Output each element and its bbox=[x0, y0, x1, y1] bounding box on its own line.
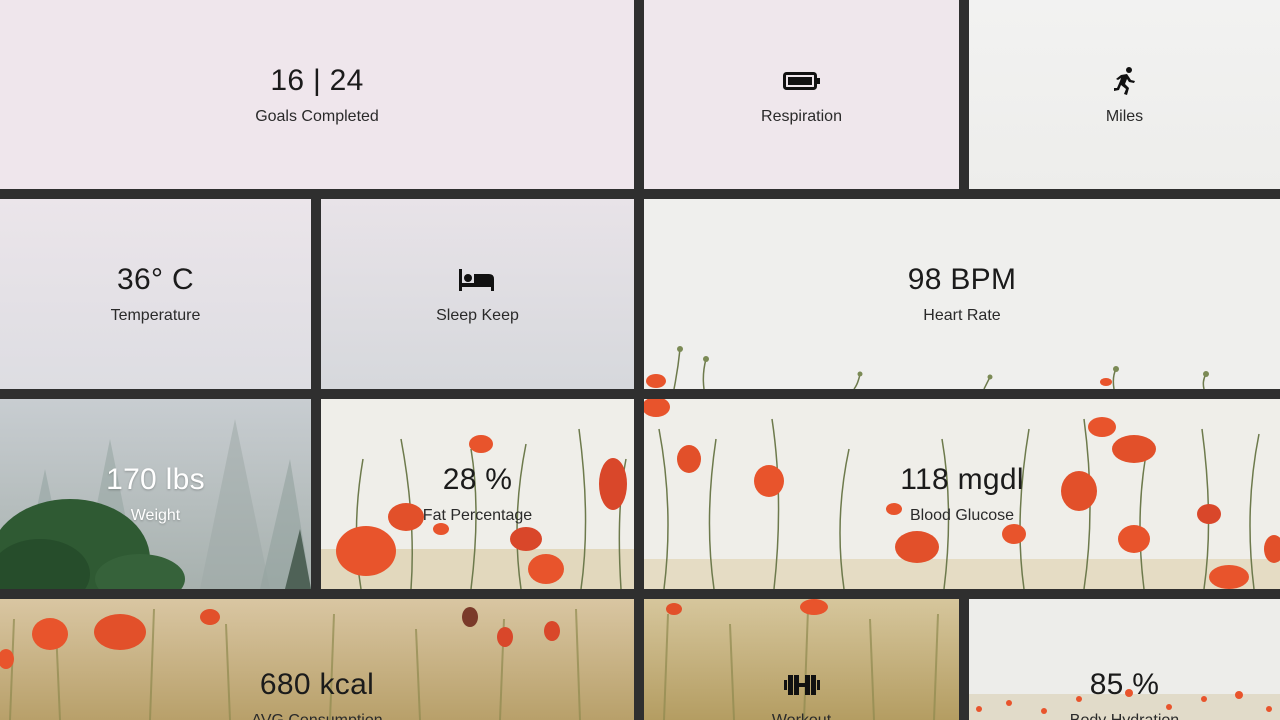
goals-completed-value: 16 | 24 bbox=[270, 63, 364, 97]
sleep-keep-tile[interactable]: Sleep Keep bbox=[321, 199, 634, 389]
heart-rate-value: 98 BPM bbox=[907, 263, 1017, 296]
avg-consumption-label: AVG Consumption bbox=[251, 711, 382, 720]
dumbbell-icon bbox=[783, 667, 821, 703]
respiration-tile[interactable]: Respiration bbox=[644, 0, 959, 189]
weight-label: Weight bbox=[130, 507, 181, 524]
blood-glucose-tile[interactable]: 118 mgdl Blood Glucose bbox=[644, 399, 1280, 589]
body-hydration-value: 85 % bbox=[1089, 668, 1160, 701]
avg-consumption-tile[interactable]: 680 kcal AVG Consumption bbox=[0, 599, 634, 720]
running-icon bbox=[1112, 63, 1138, 99]
body-hydration-label: Body Hydration bbox=[1070, 711, 1179, 720]
goals-completed-label: Goals Completed bbox=[255, 107, 379, 125]
goals-completed-tile[interactable]: 16 | 24 Goals Completed bbox=[0, 0, 634, 189]
miles-tile[interactable]: Miles bbox=[969, 0, 1280, 189]
sleep-keep-label: Sleep Keep bbox=[436, 307, 519, 324]
temperature-value: 36° C bbox=[117, 263, 194, 296]
avg-consumption-value: 680 kcal bbox=[259, 668, 375, 701]
temperature-label: Temperature bbox=[110, 307, 201, 324]
battery-icon bbox=[782, 63, 821, 99]
fat-percentage-tile[interactable]: 28 % Fat Percentage bbox=[321, 399, 634, 589]
miles-label: Miles bbox=[1105, 107, 1144, 125]
weight-value: 170 lbs bbox=[106, 463, 205, 496]
workout-label: Workout bbox=[772, 711, 831, 720]
fat-percentage-label: Fat Percentage bbox=[422, 507, 533, 524]
body-hydration-tile[interactable]: 85 % Body Hydration bbox=[969, 599, 1280, 720]
blood-glucose-value: 118 mgdl bbox=[900, 463, 1024, 496]
temperature-tile[interactable]: 36° C Temperature bbox=[0, 199, 311, 389]
weight-tile[interactable]: 170 lbs Weight bbox=[0, 399, 311, 589]
heart-rate-tile[interactable]: 98 BPM Heart Rate bbox=[644, 199, 1280, 389]
fat-percentage-value: 28 % bbox=[442, 463, 513, 496]
blood-glucose-label: Blood Glucose bbox=[909, 507, 1015, 524]
heart-rate-label: Heart Rate bbox=[923, 307, 1001, 324]
respiration-label: Respiration bbox=[761, 107, 842, 125]
workout-tile[interactable]: Workout bbox=[644, 599, 959, 720]
bed-icon bbox=[458, 262, 496, 298]
